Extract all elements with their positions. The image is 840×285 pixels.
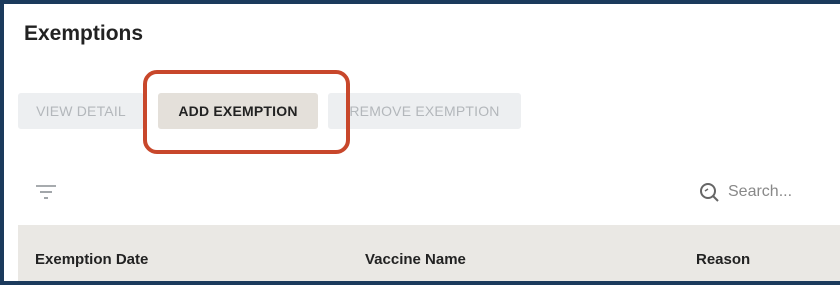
column-header-exemption-date[interactable]: Exemption Date [35, 251, 148, 268]
view-detail-button[interactable]: VIEW DETAIL [18, 93, 144, 129]
filter-icon[interactable] [35, 184, 57, 200]
remove-exemption-button[interactable]: REMOVE EXEMPTION [328, 93, 521, 129]
table-header: Exemption Date Vaccine Name Reason [18, 225, 840, 281]
search-box[interactable] [698, 177, 840, 207]
panel-title: Exemptions [24, 22, 144, 45]
search-input[interactable] [728, 183, 840, 201]
column-header-vaccine-name[interactable]: Vaccine Name [365, 251, 466, 268]
add-exemption-button[interactable]: ADD EXEMPTION [158, 93, 318, 129]
exemptions-panel: Exemptions VIEW DETAIL ADD EXEMPTION REM… [0, 0, 840, 285]
search-icon [700, 183, 719, 202]
column-header-reason[interactable]: Reason [696, 251, 750, 268]
